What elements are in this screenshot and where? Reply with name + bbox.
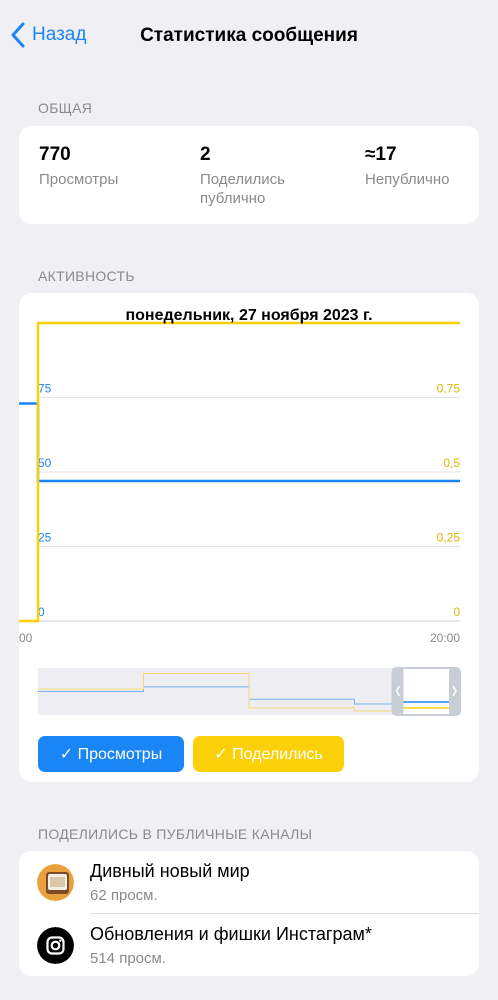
activity-chart: 025507500,250,50,7500 20:00 [19, 321, 462, 716]
instagram-icon [37, 927, 74, 964]
channels-card: Дивный новый мир 62 просм. Обновления и … [19, 851, 479, 976]
x-axis-tick-label: 20:00 [430, 631, 460, 645]
stat-private-shares-value: ≈17 [365, 144, 397, 165]
stat-public-shares-value: 2 [200, 144, 211, 165]
page-title: Статистика сообщения [140, 25, 358, 46]
stat-public-shares-label: Поделились публично [200, 171, 285, 207]
left-axis-tick-label: 75 [38, 382, 52, 396]
views-toggle-button[interactable]: ✓ Просмотры [38, 736, 184, 772]
right-axis-tick-label: 0,25 [437, 531, 461, 545]
channels-section-label: ПОДЕЛИЛИСЬ В ПУБЛИЧНЫЕ КАНАЛЫ [38, 826, 313, 842]
stat-views-value: 770 [39, 144, 71, 165]
shares-toggle-button[interactable]: ✓ Поделились [193, 736, 344, 772]
left-axis-tick-label: 25 [38, 531, 52, 545]
left-axis-tick-label: 50 [38, 456, 52, 470]
series-line-views [19, 402, 460, 483]
channel-name: Обновления и фишки Инстаграм* [90, 924, 372, 944]
right-axis-tick-label: 0,75 [437, 382, 461, 396]
overview-card: 770 Просмотры 2 Поделились публично ≈17 … [19, 126, 479, 224]
channel-views: 62 просм. [90, 887, 158, 904]
chart-title: понедельник, 27 ноября 2023 г. [125, 307, 373, 324]
channel-views: 514 просм. [90, 950, 166, 967]
stat-views-label: Просмотры [39, 171, 119, 188]
activity-section-label: АКТИВНОСТЬ [38, 268, 135, 284]
channel-name: Дивный новый мир [90, 861, 250, 881]
activity-card: 0 25 50 75 0 0,25 0,5 0,75 00 20:00 понедельник, … [19, 293, 479, 782]
navigator-mask [38, 668, 393, 715]
right-axis-tick-label: 0 [453, 605, 460, 619]
channel-row-divny-novy-mir[interactable]: Дивный новый мир 62 просм. [19, 851, 479, 913]
navigator-handle-right[interactable] [449, 668, 460, 715]
stat-private-shares: ≈17 Непублично [365, 144, 477, 189]
stat-private-shares-label: Непублично [365, 171, 450, 188]
channel-row-instagram-updates[interactable]: Обновления и фишки Инстаграм* 514 просм. [19, 914, 479, 976]
overview-section-label: ОБЩАЯ [38, 100, 93, 116]
avatar-image [37, 864, 74, 901]
right-axis-tick-label: 0,5 [443, 456, 460, 470]
navigation-bar: Назад Статистика сообщения [0, 0, 498, 76]
navigator-handle-left[interactable] [392, 668, 404, 715]
x-axis-tick-label: 00 [19, 631, 33, 645]
stat-public-shares: 2 Поделились публично [200, 144, 320, 208]
stat-views: 770 Просмотры [39, 144, 189, 189]
